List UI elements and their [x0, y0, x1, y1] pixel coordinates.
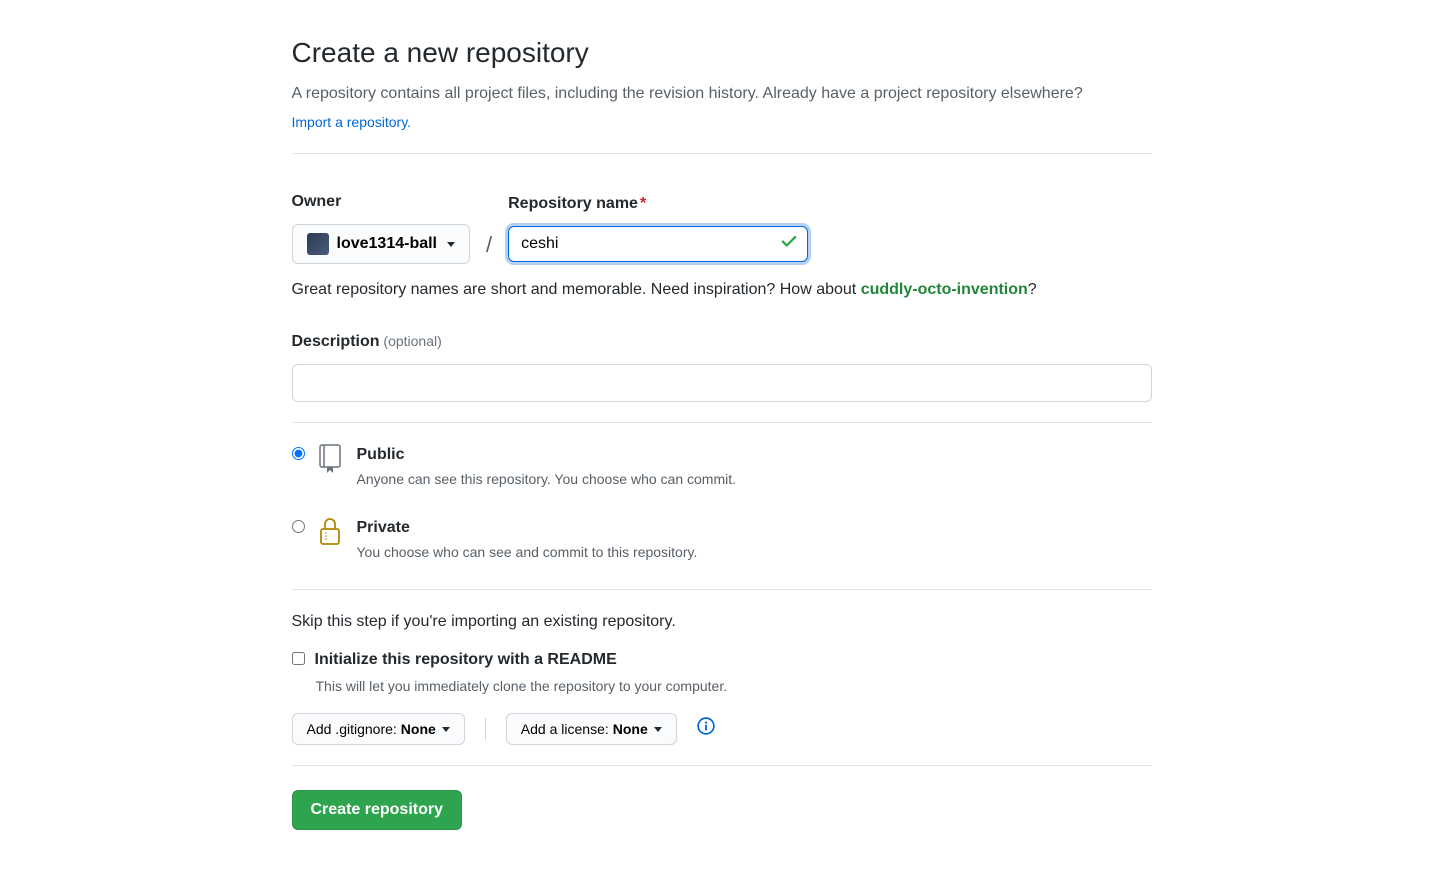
add-gitignore-button[interactable]: Add .gitignore: None — [292, 713, 465, 745]
separator — [485, 718, 486, 740]
repo-icon — [317, 443, 345, 479]
divider — [292, 422, 1152, 423]
divider — [292, 153, 1152, 154]
readme-desc: This will let you immediately clone the … — [316, 676, 1152, 697]
info-icon[interactable] — [697, 717, 715, 741]
chevron-down-icon — [654, 727, 662, 732]
page-subhead: A repository contains all project files,… — [292, 82, 1152, 106]
private-radio[interactable] — [292, 520, 305, 533]
chevron-down-icon — [447, 242, 455, 247]
slash-spacer — [484, 194, 494, 218]
public-radio[interactable] — [292, 447, 305, 460]
required-asterisk: * — [640, 195, 646, 212]
repo-name-label: Repository name* — [508, 192, 808, 216]
visibility-private-option[interactable]: Private You choose who can see and commi… — [292, 516, 1152, 563]
name-hint: Great repository names are short and mem… — [292, 278, 1152, 302]
owner-name: love1314-ball — [337, 235, 438, 253]
avatar — [307, 233, 329, 255]
skip-import-text: Skip this step if you're importing an ex… — [292, 610, 1152, 634]
initialize-readme-checkbox[interactable] — [292, 652, 305, 665]
private-title: Private — [357, 519, 410, 536]
divider — [292, 765, 1152, 766]
divider — [292, 589, 1152, 590]
owner-select-button[interactable]: love1314-ball — [292, 224, 471, 264]
optional-label: (optional) — [383, 333, 441, 349]
description-input[interactable] — [292, 364, 1152, 402]
import-repository-link[interactable]: Import a repository. — [292, 114, 412, 130]
repository-name-input[interactable] — [508, 226, 808, 262]
public-title: Public — [357, 446, 405, 463]
owner-repo-row: Owner love1314-ball / Repository name* — [292, 190, 1152, 264]
public-desc: Anyone can see this repository. You choo… — [357, 469, 737, 490]
description-label: Description — [292, 333, 380, 350]
name-suggestion-link[interactable]: cuddly-octo-invention — [861, 281, 1028, 298]
private-desc: You choose who can see and commit to thi… — [357, 542, 698, 563]
path-slash: / — [484, 228, 494, 261]
chevron-down-icon — [442, 727, 450, 732]
checkmark-icon — [780, 232, 798, 256]
visibility-public-option[interactable]: Public Anyone can see this repository. Y… — [292, 443, 1152, 490]
create-repository-button[interactable]: Create repository — [292, 790, 463, 830]
readme-label: Initialize this repository with a README — [315, 651, 617, 668]
lock-icon — [317, 516, 345, 552]
subhead-text: A repository contains all project files,… — [292, 85, 1083, 102]
page-title: Create a new repository — [292, 32, 1152, 74]
add-license-button[interactable]: Add a license: None — [506, 713, 677, 745]
owner-label: Owner — [292, 190, 471, 214]
